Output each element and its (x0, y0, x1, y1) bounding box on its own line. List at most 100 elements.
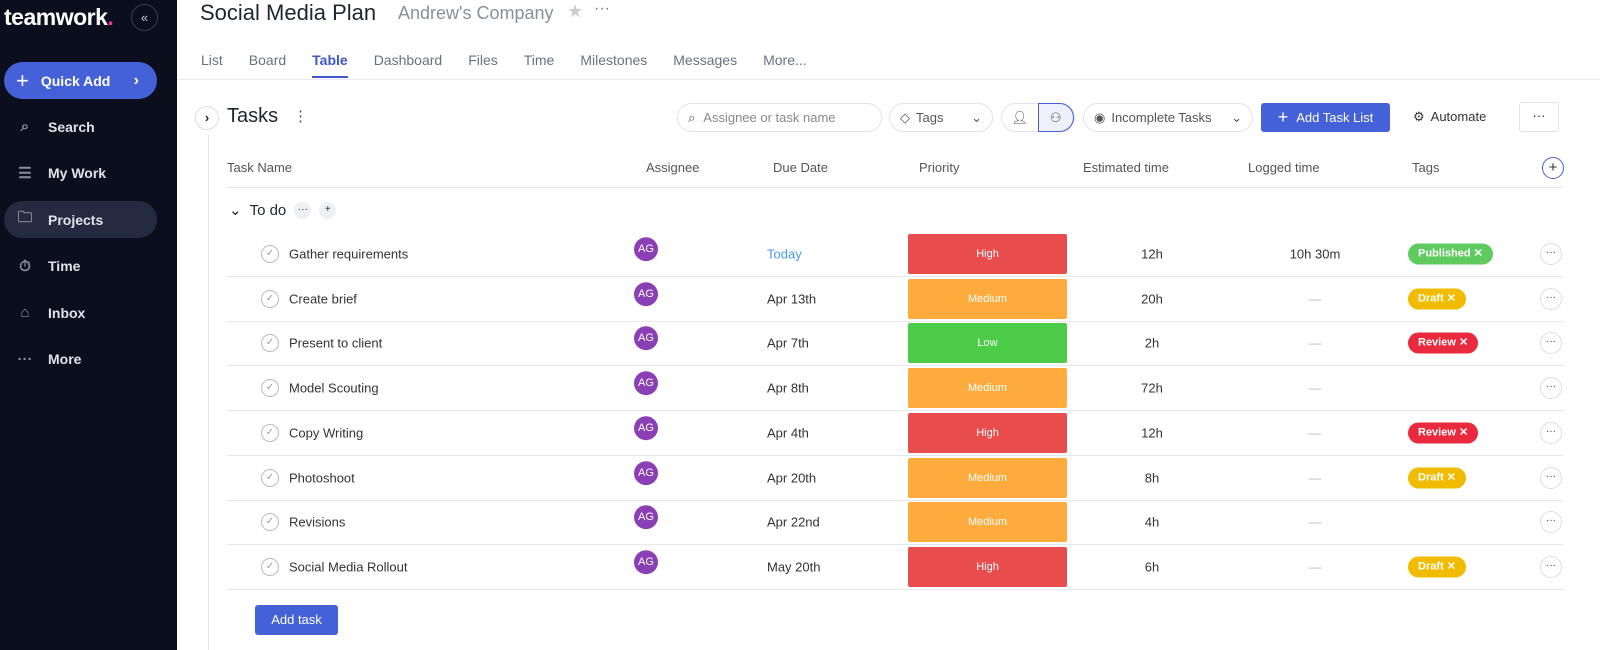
chevron-down-icon[interactable]: ⌄ (229, 201, 242, 219)
priority-badge[interactable]: Medium (908, 502, 1067, 543)
tab-list[interactable]: List (201, 52, 223, 78)
logged-time[interactable]: — (1255, 515, 1375, 530)
due-date[interactable]: May 20th (767, 559, 820, 574)
group-add-button[interactable]: + (319, 201, 337, 219)
complete-checkbox[interactable]: ✓ (261, 379, 279, 398)
team-icon[interactable]: ⚇ (1037, 103, 1074, 132)
due-date[interactable]: Apr 13th (767, 291, 816, 306)
tab-dashboard[interactable]: Dashboard (374, 52, 443, 78)
priority-badge[interactable]: High (908, 234, 1067, 274)
due-date[interactable]: Today (767, 247, 802, 262)
logged-time[interactable]: — (1255, 381, 1375, 396)
estimated-time[interactable]: 8h (1092, 470, 1212, 485)
priority-badge[interactable]: Low (908, 323, 1067, 364)
priority-badge[interactable]: Medium (908, 457, 1067, 498)
incomplete-tasks-filter[interactable]: ◉ Incomplete Tasks ⌄ (1083, 103, 1253, 132)
tag-badge[interactable]: Review ✕ (1408, 332, 1479, 354)
tab-table[interactable]: Table (312, 52, 348, 78)
quick-add-button[interactable]: + Quick Add › (4, 62, 157, 99)
row-menu-button[interactable]: ··· (1540, 511, 1562, 534)
sidebar-item-inbox[interactable]: ⌂ Inbox (4, 294, 157, 331)
expand-button[interactable]: › (195, 106, 219, 130)
logo[interactable]: teamwork. (4, 4, 114, 31)
section-menu-icon[interactable]: ⋮ (293, 107, 308, 125)
estimated-time[interactable]: 20h (1092, 291, 1212, 306)
complete-checkbox[interactable]: ✓ (261, 245, 279, 263)
company-name[interactable]: Andrew's Company (398, 3, 554, 24)
add-task-button[interactable]: Add task (255, 605, 338, 635)
due-date[interactable]: Apr 7th (767, 336, 809, 351)
estimated-time[interactable]: 4h (1092, 515, 1212, 530)
estimated-time[interactable]: 12h (1092, 425, 1212, 440)
table-row[interactable]: ✓ Photoshoot AG Apr 20th Medium 8h — Dra… (227, 456, 1564, 501)
column-header[interactable]: Assignee (646, 160, 699, 175)
project-menu-button[interactable]: ··· (594, 0, 610, 18)
avatar[interactable]: AG (634, 460, 658, 485)
avatar[interactable]: AG (634, 326, 658, 351)
row-menu-button[interactable]: ··· (1540, 555, 1562, 578)
tags-filter[interactable]: ◇ Tags ⌄ (889, 103, 993, 132)
table-row[interactable]: ✓ Copy Writing AG Apr 4th High 12h — Rev… (227, 411, 1564, 456)
task-name[interactable]: Create brief (289, 291, 357, 306)
tab-milestones[interactable]: Milestones (580, 52, 647, 78)
due-date[interactable]: Apr 20th (767, 470, 816, 485)
tag-badge[interactable]: Published ✕ (1408, 243, 1493, 265)
priority-badge[interactable]: High (908, 546, 1067, 587)
star-icon[interactable]: ★ (567, 1, 583, 22)
avatar[interactable]: AG (634, 505, 658, 530)
row-menu-button[interactable]: ··· (1540, 243, 1562, 265)
user-icon[interactable]: 👤︎ (1002, 110, 1038, 126)
estimated-time[interactable]: 2h (1092, 336, 1212, 351)
logged-time[interactable]: — (1255, 336, 1375, 351)
task-group-header[interactable]: ⌄ To do ··· + (229, 201, 337, 219)
table-row[interactable]: ✓ Revisions AG Apr 22nd Medium 4h — ··· (227, 500, 1564, 546)
column-header[interactable]: Logged time (1248, 160, 1320, 175)
automate-button[interactable]: ⚙ Automate (1413, 109, 1486, 125)
search-input[interactable]: ⌕ Assignee or task name (677, 103, 882, 132)
estimated-time[interactable]: 12h (1092, 247, 1212, 262)
add-column-button[interactable]: + (1542, 157, 1564, 179)
row-menu-button[interactable]: ··· (1540, 287, 1562, 310)
task-name[interactable]: Social Media Rollout (289, 559, 408, 574)
due-date[interactable]: Apr 8th (767, 381, 809, 396)
tag-badge[interactable]: Draft ✕ (1408, 288, 1466, 310)
collapse-sidebar-button[interactable]: « (131, 4, 158, 31)
due-date[interactable]: Apr 22nd (767, 515, 820, 530)
avatar[interactable]: AG (634, 415, 658, 440)
complete-checkbox[interactable]: ✓ (261, 557, 279, 576)
sidebar-item-search[interactable]: ⌕ Search (4, 108, 157, 145)
tag-badge[interactable]: Draft ✕ (1408, 467, 1466, 488)
table-row[interactable]: ✓ Gather requirements AG Today High 12h … (227, 232, 1564, 277)
sidebar-item-my-work[interactable]: ☰ My Work (4, 155, 157, 192)
priority-badge[interactable]: Medium (908, 278, 1067, 319)
more-options-button[interactable]: ··· (1519, 102, 1559, 132)
task-name[interactable]: Present to client (289, 336, 382, 351)
column-header[interactable]: Tags (1412, 160, 1439, 175)
row-menu-button[interactable]: ··· (1540, 466, 1562, 489)
add-task-list-button[interactable]: + Add Task List (1261, 103, 1390, 132)
logged-time[interactable]: — (1255, 425, 1375, 440)
complete-checkbox[interactable]: ✓ (261, 468, 279, 487)
avatar[interactable]: AG (634, 371, 658, 396)
task-name[interactable]: Revisions (289, 515, 345, 530)
complete-checkbox[interactable]: ✓ (261, 423, 279, 442)
row-menu-button[interactable]: ··· (1540, 421, 1562, 444)
row-menu-button[interactable]: ··· (1540, 332, 1562, 355)
tab-board[interactable]: Board (249, 52, 286, 78)
task-name[interactable]: Model Scouting (289, 381, 379, 396)
avatar[interactable]: AG (634, 550, 658, 575)
task-name[interactable]: Copy Writing (289, 425, 363, 440)
complete-checkbox[interactable]: ✓ (261, 513, 279, 532)
tab-files[interactable]: Files (468, 52, 498, 78)
complete-checkbox[interactable]: ✓ (261, 289, 279, 308)
task-name[interactable]: Photoshoot (289, 470, 355, 485)
column-header[interactable]: Due Date (773, 160, 828, 175)
tag-badge[interactable]: Review ✕ (1408, 422, 1479, 444)
tab-messages[interactable]: Messages (673, 52, 737, 78)
estimated-time[interactable]: 6h (1092, 559, 1212, 574)
logged-time[interactable]: — (1255, 291, 1375, 306)
due-date[interactable]: Apr 4th (767, 425, 809, 440)
sidebar-item-time[interactable]: ⏱︎ Time (4, 248, 157, 285)
group-menu-button[interactable]: ··· (294, 201, 312, 219)
table-row[interactable]: ✓ Social Media Rollout AG May 20th High … (227, 545, 1564, 590)
